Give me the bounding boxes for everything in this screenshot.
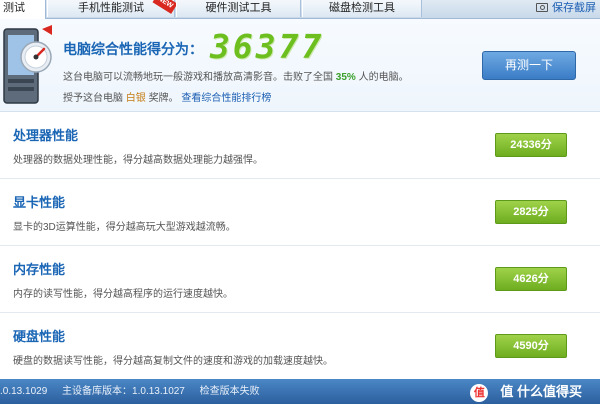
award-medal: 白银 <box>125 93 146 104</box>
app-version: .0.13.1029 <box>0 386 48 397</box>
score-desc-suffix: 人的电脑。 <box>358 72 409 83</box>
tab-phone-performance-label: 手机性能测试 <box>78 2 144 14</box>
tab-phone-performance[interactable]: 手机性能测试 NEW <box>47 0 178 17</box>
score-badge: 24336分 <box>495 133 567 157</box>
new-badge: NEW <box>152 0 178 14</box>
tab-test[interactable]: 测试 <box>0 0 46 19</box>
tab-disk-tools[interactable]: 磁盘检测工具 <box>302 0 422 17</box>
memory-performance-row: 内存性能 内存的读写性能，得分越高程序的运行速度越快。 4626分 <box>0 246 600 313</box>
camera-icon <box>536 3 548 12</box>
retest-button[interactable]: 再测一下 <box>482 51 576 80</box>
smzdm-logo-icon: 值 <box>470 383 489 402</box>
award-line: 授予这台电脑 白银 奖牌。 查看综合性能排行榜 <box>63 89 271 104</box>
cpu-performance-row: 处理器性能 处理器的数据处理性能，得分越高数据处理能力越强悍。 24336分 <box>0 112 600 179</box>
row-description: 内存的读写性能，得分越高程序的运行速度越快。 <box>13 289 233 300</box>
watermark-text: 值 什么值得买 <box>500 384 582 399</box>
tab-hardware-tools[interactable]: 硬件测试工具 <box>176 0 301 17</box>
row-title: 内存性能 <box>13 262 66 277</box>
ranking-link[interactable]: 查看综合性能排行榜 <box>181 93 271 104</box>
row-title: 硬盘性能 <box>13 329 66 344</box>
score-badge: 4590分 <box>495 334 567 358</box>
score-badge: 2825分 <box>495 200 567 224</box>
award-suffix: 奖牌。 <box>148 93 179 104</box>
tab-bar: 测试 手机性能测试 NEW 硬件测试工具 磁盘检测工具 保存截屏 <box>0 0 600 19</box>
score-badge: 4626分 <box>495 267 567 291</box>
score-header: 电脑综合性能得分为： 36377 这台电脑可以流畅地玩一般游戏和播放高清影音。击… <box>0 19 600 112</box>
computer-benchmark-icon <box>3 25 52 104</box>
row-description: 硬盘的数据读写性能，得分越高复制文件的速度和游戏的加载速度越快。 <box>13 356 333 367</box>
disk-performance-row: 硬盘性能 硬盘的数据读写性能，得分越高复制文件的速度和游戏的加载速度越快。 45… <box>0 313 600 380</box>
total-score: 36377 <box>210 27 325 66</box>
award-prefix: 授予这台电脑 <box>63 93 123 104</box>
device-library-version: 主设备库版本：1.0.13.1027 <box>62 386 185 397</box>
beat-percent: 35% <box>335 72 356 83</box>
score-description: 这台电脑可以流畅地玩一般游戏和播放高清影音。击败了全国 35% 人的电脑。 <box>63 68 409 83</box>
watermark: 值值 什么值得买 <box>470 379 594 404</box>
row-title: 处理器性能 <box>13 128 79 143</box>
status-bar: .0.13.1029 主设备库版本：1.0.13.1027 检查版本失败 值值 … <box>0 379 600 404</box>
update-check-status[interactable]: 检查版本失败 <box>200 386 260 397</box>
score-title: 电脑综合性能得分为： <box>63 41 203 57</box>
score-desc-prefix: 这台电脑可以流畅地玩一般游戏和播放高清影音。击败了全国 <box>63 72 333 83</box>
row-title: 显卡性能 <box>13 195 66 210</box>
save-screenshot-button[interactable]: 保存截屏 <box>536 0 596 17</box>
row-description: 处理器的数据处理性能，得分越高数据处理能力越强悍。 <box>13 155 263 166</box>
row-description: 显卡的3D运算性能，得分越高玩大型游戏越流畅。 <box>13 222 236 233</box>
save-screenshot-label: 保存截屏 <box>552 2 596 14</box>
gpu-performance-row: 显卡性能 显卡的3D运算性能，得分越高玩大型游戏越流畅。 2825分 <box>0 179 600 246</box>
